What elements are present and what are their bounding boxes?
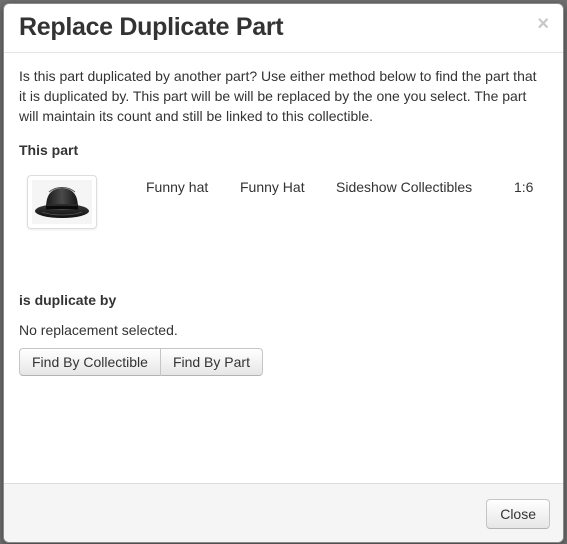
find-by-collectible-button[interactable]: Find By Collectible — [19, 348, 161, 376]
dialog-header: Replace Duplicate Part × — [4, 4, 563, 53]
part-manufacturer: Sideshow Collectibles — [336, 179, 473, 195]
hat-image — [32, 180, 92, 224]
intro-text: Is this part duplicated by another part?… — [19, 68, 537, 124]
replacement-status: No replacement selected. — [19, 322, 178, 338]
find-method-button-group: Find By Collectible Find By Part — [19, 348, 263, 376]
part-name: Funny hat — [146, 179, 209, 195]
dialog-title: Replace Duplicate Part — [19, 13, 284, 41]
this-part-heading: This part — [19, 142, 79, 158]
close-icon[interactable]: × — [537, 14, 549, 34]
dialog-footer: Close — [4, 483, 563, 542]
find-by-part-button[interactable]: Find By Part — [160, 348, 263, 376]
duplicate-heading: is duplicate by — [19, 292, 117, 308]
replace-duplicate-part-dialog: Replace Duplicate Part × Is this part du… — [3, 3, 564, 543]
part-scale: 1:6 — [514, 179, 534, 195]
part-row: Funny hat Funny Hat Sideshow Collectible… — [27, 175, 557, 235]
part-thumbnail[interactable] — [27, 175, 97, 229]
dialog-body: Is this part duplicated by another part?… — [19, 66, 545, 376]
hat-picture — [35, 187, 89, 218]
part-type: Funny Hat — [240, 179, 305, 195]
close-button[interactable]: Close — [486, 499, 550, 529]
